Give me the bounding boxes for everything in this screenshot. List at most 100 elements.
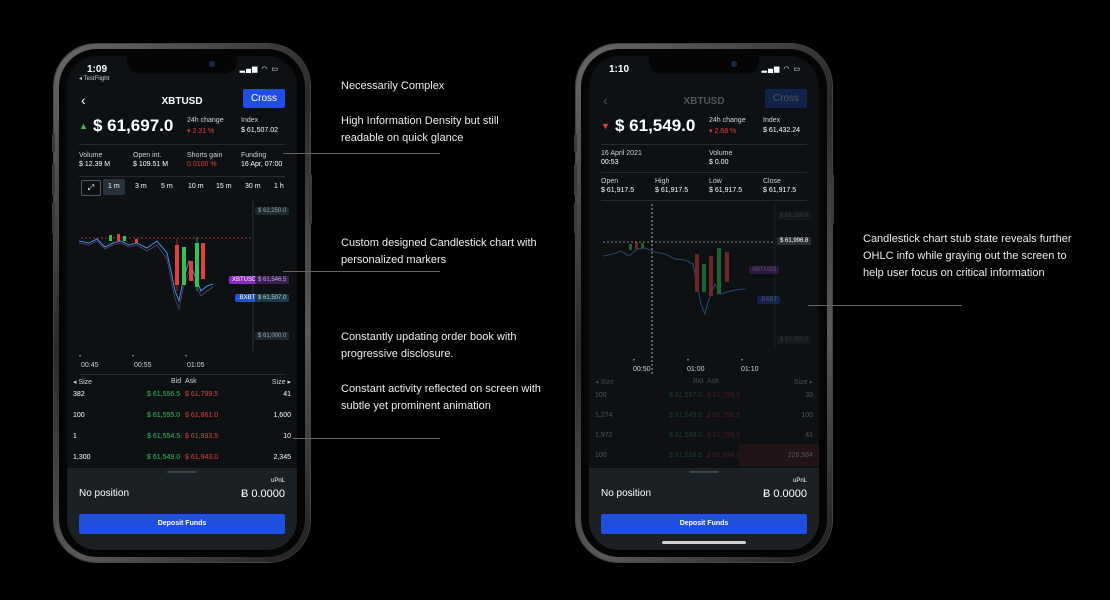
open-interest-label: Open int. (133, 152, 162, 159)
status-time: 1:10 (609, 64, 630, 75)
deposit-funds-button[interactable]: Deposit Funds (601, 514, 807, 534)
funding-label: Funding (241, 152, 267, 159)
close-value: $ 61,917.5 (763, 187, 797, 194)
no-position-text: No position (79, 488, 130, 499)
table-cell: 1,972 (595, 432, 613, 439)
timeframe-30m[interactable]: 30 m (240, 179, 266, 195)
table-cell: $ 61,549.0 (669, 432, 703, 439)
low-value: $ 61,917.5 (709, 187, 743, 194)
upnl-label: uPnL (270, 478, 285, 484)
bxbt-marker: .BXBT (757, 296, 781, 304)
price-level-top: $ 62,250.0 (255, 207, 290, 215)
open-label: Open (601, 178, 619, 185)
status-icons: ▂▄▆ ◠ ▭ (239, 66, 279, 73)
low-label: Low (709, 178, 722, 185)
position-panel (589, 468, 819, 550)
time-dot-2: • (132, 354, 135, 360)
annotation-orderbook: Constantly updating order book with prog… (341, 331, 517, 360)
table-cell: 100 (801, 412, 813, 419)
status-icons: ▂▄▆ ◠ ▭ (761, 66, 801, 73)
funding-value: 16 Apr, 07:00 (241, 161, 283, 168)
price-level-bottom: $ 61,000.0 (777, 336, 812, 344)
ob-header-ask: Ask (707, 378, 719, 385)
time-tick-1: 00:45 (81, 362, 99, 369)
bxbt-marker-value: $ 61,507.0 (255, 294, 290, 302)
annotation-chart: Custom designed Candlestick chart with p… (341, 237, 537, 266)
timeframe-5m[interactable]: 5 m (156, 179, 178, 195)
time-tick-2: 00:55 (134, 362, 152, 369)
annotation-density: High Information Density but still reada… (341, 115, 499, 144)
candlestick-chart[interactable] (589, 204, 819, 374)
annotation-stub-state: Candlestick chart stub state reveals fur… (863, 233, 1072, 279)
annotation-line (283, 153, 440, 154)
index-value: $ 61,507.02 (241, 127, 278, 134)
table-cell: 226,564 (787, 452, 813, 459)
timeframe-1h[interactable]: 1 h (269, 179, 289, 195)
time-tick-3: 01:10 (741, 366, 759, 373)
volume-value: $ 12.39 M (79, 161, 111, 168)
status-time: 1:09 (87, 64, 108, 75)
annotation-line (293, 438, 440, 439)
price-level-top: $ 62,250.0 (777, 212, 812, 220)
time-value: 00:53 (601, 159, 619, 166)
change-label: 24h change (709, 117, 746, 124)
time-dot-3: • (741, 358, 744, 364)
index-label: Index (763, 117, 781, 124)
candlestick-chart[interactable] (67, 201, 297, 371)
xbtusd-marker: XBTUSD (749, 266, 780, 274)
timeframe-10m[interactable]: 10 m (183, 179, 209, 195)
table-cell: $ 61,834.0 (707, 452, 741, 459)
annotation-line (283, 271, 440, 272)
expand-chart-icon[interactable]: ⤢ (81, 180, 101, 196)
drag-handle[interactable] (167, 471, 197, 473)
annotation-line (808, 305, 962, 306)
table-cell: $ 61,798.5 (707, 392, 741, 399)
open-value: $ 61,917.5 (601, 187, 635, 194)
annotation-complex: Necessarily Complex (341, 80, 445, 92)
xbtusd-marker-value: $ 61,546.5 (255, 276, 290, 284)
change-label: 24h change (187, 117, 224, 124)
time-tick-3: 01:05 (187, 362, 205, 369)
no-position-text: No position (601, 488, 652, 499)
right-phone: 1:10 ▂▄▆ ◠ ▭ ‹ XBTUSD Cross ▼ $ 61,549.0… (574, 44, 834, 562)
ob-header-bid: Bid (171, 378, 182, 385)
time-dot-1: • (79, 354, 82, 360)
left-screen: 1:09 ◂ TestFlight ▂▄▆ ◠ ▭ ‹ XBTUSD Cross… (67, 56, 297, 550)
price-up-arrow-icon: ▲ (79, 121, 88, 131)
table-cell: $ 61,798.5 (707, 412, 741, 419)
time-tick-1: 00:50 (633, 366, 651, 373)
testflight-back[interactable]: ◂ TestFlight (79, 75, 109, 82)
ob-header-bid: Bid (693, 378, 704, 385)
cross-button[interactable]: Cross (765, 89, 807, 108)
balance-value: Ƀ 0.0000 (240, 488, 285, 500)
ob-header-size-bid[interactable]: ◂ Size (73, 378, 92, 386)
right-screen: 1:10 ▂▄▆ ◠ ▭ ‹ XBTUSD Cross ▼ $ 61,549.0… (589, 56, 819, 550)
volume-label: Volume (79, 152, 103, 159)
index-value: $ 61,432.24 (763, 127, 800, 134)
position-panel (67, 468, 297, 550)
time-dot-1: • (633, 358, 636, 364)
table-cell: $ 61,549.0 (669, 412, 703, 419)
upnl-label: uPnL (792, 478, 807, 484)
drag-handle[interactable] (689, 471, 719, 473)
open-interest-value: $ 109.51 M (133, 161, 169, 168)
volume-label: Volume (709, 150, 733, 157)
last-price: $ 61,549.0 (615, 116, 696, 135)
timeframe-1m[interactable]: 1 m (103, 179, 125, 195)
shorts-gain-label: Shorts gain (187, 152, 223, 159)
cross-button[interactable]: Cross (243, 89, 285, 108)
table-cell: 100 (595, 452, 607, 459)
timeframe-15m[interactable]: 15 m (211, 179, 237, 195)
price-level-bottom: $ 61,000.0 (255, 332, 290, 340)
ob-header-size-ask[interactable]: Size ▸ (272, 378, 291, 386)
high-value: $ 61,917.5 (655, 187, 689, 194)
last-price: $ 61,697.0 (93, 116, 174, 135)
change-value: ▾ 2.31 % (187, 128, 215, 135)
date-value: 16 April 2021 (601, 150, 642, 157)
timeframe-3m[interactable]: 3 m (130, 179, 152, 195)
ob-header-size-ask[interactable]: Size ▸ (794, 378, 813, 386)
time-tick-2: 01:00 (687, 366, 705, 373)
home-indicator[interactable] (662, 541, 746, 544)
ob-header-size-bid[interactable]: ◂ Size (595, 378, 614, 386)
deposit-funds-button[interactable]: Deposit Funds (79, 514, 285, 534)
